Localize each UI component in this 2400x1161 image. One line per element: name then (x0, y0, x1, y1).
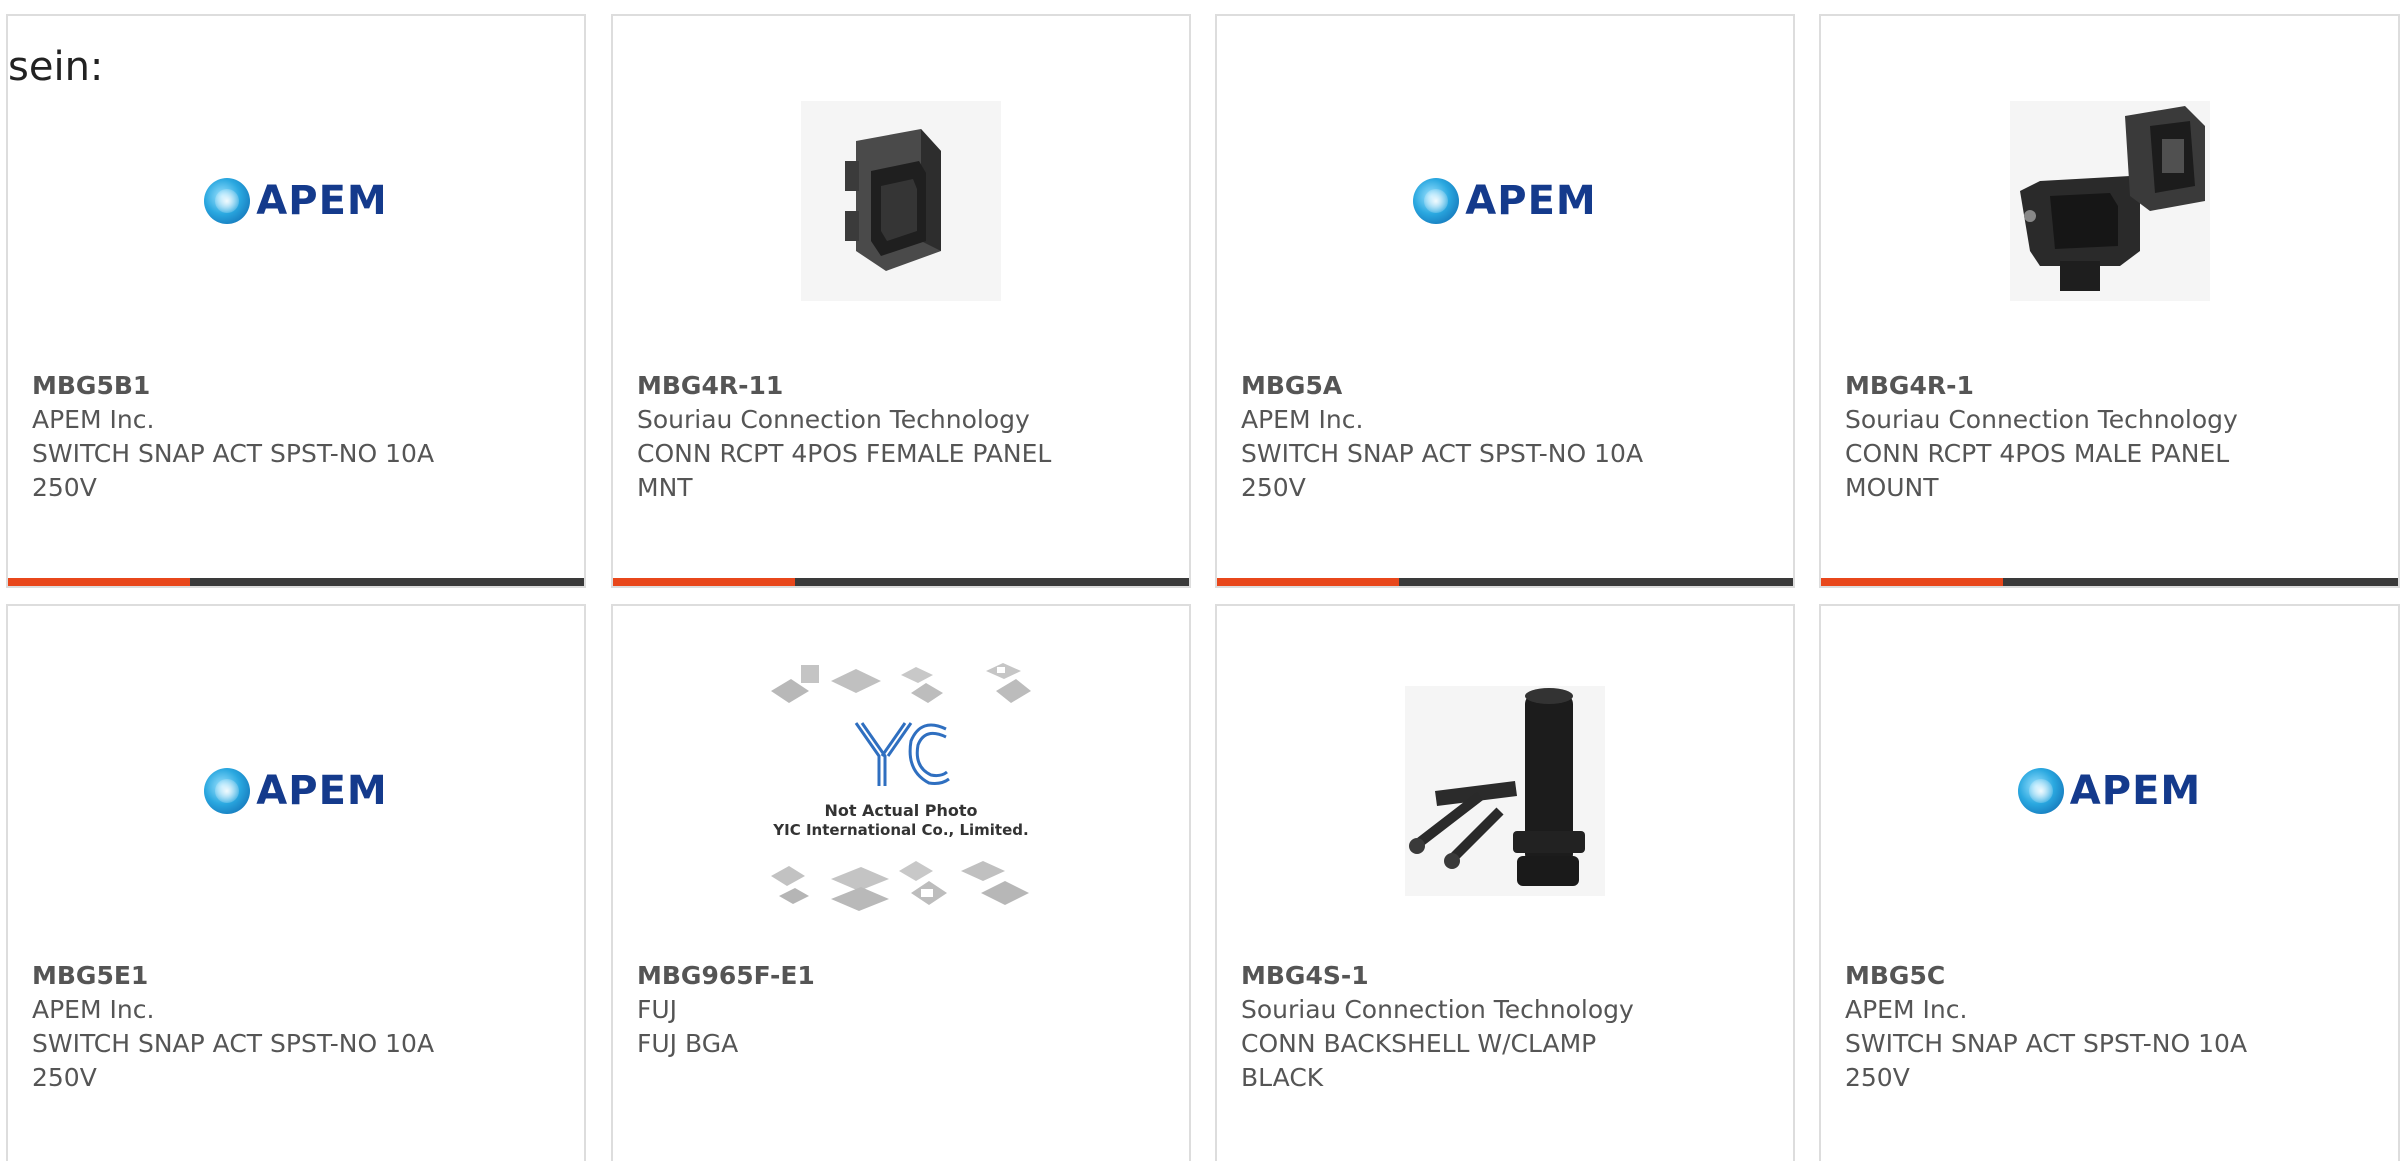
product-image[interactable]: APEM (1821, 656, 2398, 926)
card-progress-bar (8, 578, 584, 586)
product-image[interactable]: Not Actual Photo YIC International Co., … (613, 656, 1189, 926)
product-card[interactable]: MBG4R-1 Souriau Connection Technology CO… (1819, 14, 2400, 588)
manufacturer: APEM Inc. (32, 995, 155, 1024)
apem-globe-icon (204, 768, 251, 814)
manufacturer: Souriau Connection Technology (1241, 995, 1634, 1024)
description-line: 250V (32, 473, 97, 502)
description-line: SWITCH SNAP ACT SPST-NO 10A (32, 439, 435, 468)
product-image[interactable] (1217, 656, 1793, 926)
description-line: CONN BACKSHELL W/CLAMP (1241, 1029, 1597, 1058)
yic-placeholder-image: Not Actual Photo YIC International Co., … (771, 663, 1031, 911)
part-number-link[interactable]: MBG4R-11 (637, 369, 1117, 403)
product-image[interactable]: APEM (8, 66, 584, 336)
backshell-photo (1405, 686, 1605, 896)
card-progress-bar (613, 578, 1189, 586)
description-line: SWITCH SNAP ACT SPST-NO 10A (1241, 439, 1644, 468)
part-number-link[interactable]: MBG5A (1241, 369, 1721, 403)
description-line: MNT (637, 473, 693, 502)
apem-logo: APEM (2017, 768, 2201, 814)
part-number-link[interactable]: MBG4R-1 (1845, 369, 2325, 403)
manufacturer: Souriau Connection Technology (637, 405, 1030, 434)
apem-logo: APEM (1413, 178, 1596, 224)
part-number-link[interactable]: MBG5B1 (32, 369, 512, 403)
apem-logo: APEM (204, 768, 387, 814)
apem-globe-icon (2017, 768, 2064, 814)
apem-globe-icon (1413, 178, 1460, 224)
part-number-link[interactable]: MBG4S-1 (1241, 959, 1721, 993)
manufacturer: Souriau Connection Technology (1845, 405, 2238, 434)
product-card[interactable]: MBG4R-11 Souriau Connection Technology C… (611, 14, 1191, 588)
description-line: 250V (32, 1063, 97, 1092)
description-line: 250V (1241, 473, 1306, 502)
part-number-link[interactable]: MBG5C (1845, 959, 2325, 993)
connector-receptacle-photo (801, 101, 1001, 301)
description-line: MOUNT (1845, 473, 1939, 502)
description-line: FUJ BGA (637, 1029, 739, 1058)
product-image[interactable] (613, 66, 1189, 336)
product-image[interactable]: APEM (1217, 66, 1793, 336)
product-image[interactable]: APEM (8, 656, 584, 926)
placeholder-caption: YIC International Co., Limited. (772, 821, 1028, 839)
card-progress-bar (1821, 578, 2398, 586)
product-card[interactable]: APEM MBG5B1 APEM Inc. SWITCH SNAP ACT SP… (6, 14, 586, 588)
description-line: SWITCH SNAP ACT SPST-NO 10A (32, 1029, 435, 1058)
manufacturer: APEM Inc. (1241, 405, 1364, 434)
apem-logo: APEM (204, 178, 387, 224)
product-card[interactable]: MBG4S-1 Souriau Connection Technology CO… (1215, 604, 1795, 1161)
description-line: SWITCH SNAP ACT SPST-NO 10A (1845, 1029, 2248, 1058)
product-grid-page: sein: APEM MBG5B1 APEM Inc. SWITCH SNAP … (0, 0, 2400, 1161)
description-line: CONN RCPT 4POS FEMALE PANEL (637, 439, 1052, 468)
product-image[interactable] (1821, 66, 2398, 336)
product-card[interactable]: Not Actual Photo YIC International Co., … (611, 604, 1191, 1161)
placeholder-caption: Not Actual Photo (824, 801, 977, 820)
connector-receptacle-cap-photo (2009, 101, 2210, 301)
product-card[interactable]: APEM MBG5C APEM Inc. SWITCH SNAP ACT SPS… (1819, 604, 2400, 1161)
manufacturer: APEM Inc. (1845, 995, 1968, 1024)
card-progress-bar (1217, 578, 1793, 586)
description-line: CONN RCPT 4POS MALE PANEL (1845, 439, 2230, 468)
part-number-link[interactable]: MBG5E1 (32, 959, 512, 993)
part-number-link[interactable]: MBG965F-E1 (637, 959, 1117, 993)
apem-globe-icon (204, 178, 251, 224)
description-line: 250V (1845, 1063, 1910, 1092)
manufacturer: APEM Inc. (32, 405, 155, 434)
manufacturer: FUJ (637, 995, 678, 1024)
intro-text: sein: (8, 44, 104, 90)
product-card[interactable]: APEM MBG5A APEM Inc. SWITCH SNAP ACT SPS… (1215, 14, 1795, 588)
product-card[interactable]: APEM MBG5E1 APEM Inc. SWITCH SNAP ACT SP… (6, 604, 586, 1161)
description-line: BLACK (1241, 1063, 1324, 1092)
